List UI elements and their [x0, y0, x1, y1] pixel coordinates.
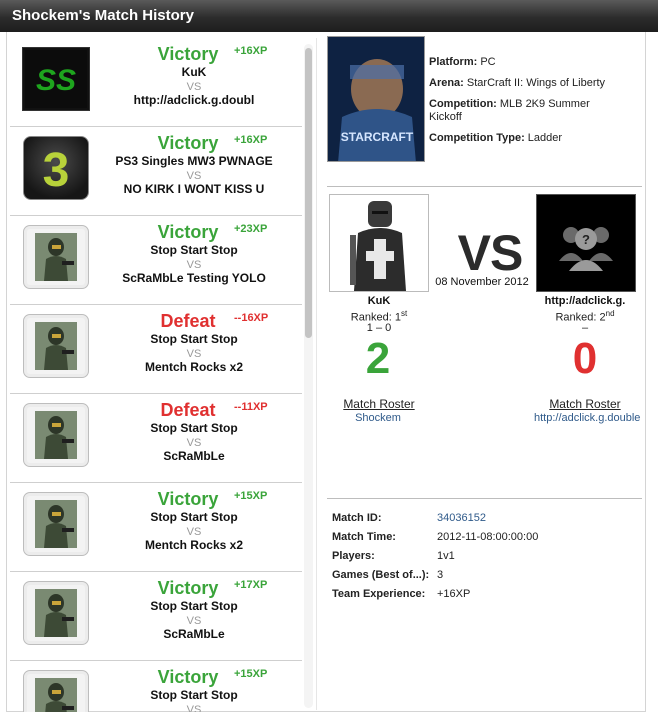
halo-soldier-icon [23, 492, 89, 556]
match-item[interactable]: Victory +15XP Stop Start Stop VS [10, 661, 302, 712]
right-roster-title[interactable]: Match Roster [520, 397, 650, 411]
cover-title: STARCRAFT [341, 130, 414, 144]
match-item[interactable]: Victory +17XP Stop Start Stop VS ScRaMbL… [10, 572, 302, 661]
match-team1[interactable]: Stop Start Stop [96, 332, 292, 346]
left-rank-suffix: st [400, 309, 408, 318]
ss-logo-icon: SS [22, 47, 90, 111]
match-xp: +17XP [234, 579, 268, 591]
divider-line [327, 186, 642, 187]
halo-soldier-icon [23, 225, 89, 289]
halo-soldier-icon [23, 314, 89, 378]
match-vs: VS [186, 348, 202, 360]
platform-row: Platform: PC [429, 56, 496, 68]
match-item[interactable]: Defeat --11XP Stop Start Stop VS ScRaMbL… [10, 394, 302, 483]
arena-value: StarCraft II: Wings of Liberty [466, 77, 606, 89]
match-team1[interactable]: KuK [96, 65, 292, 79]
match-vs: VS [186, 704, 202, 712]
right-roster-link[interactable]: http://adclick.g.double [520, 412, 658, 424]
match-item[interactable]: 3 Victory +16XP PS3 Singles MW3 PWNAGE V… [10, 127, 302, 216]
games-value: 3 [437, 569, 444, 581]
match-xp: +16XP [234, 134, 268, 146]
players-value: 1v1 [437, 550, 455, 562]
arena-row: Arena: StarCraft II: Wings of Liberty [429, 77, 605, 89]
left-roster-title[interactable]: Match Roster [314, 397, 444, 411]
match-vs: VS [186, 526, 202, 538]
match-id-label: Match ID: [332, 512, 382, 524]
game-cover-image: STARCRAFT [327, 36, 425, 162]
match-item[interactable]: SS Victory +16XP KuK VS http://adclick.g… [10, 38, 302, 127]
match-vs: VS [186, 81, 202, 93]
platform-value: PC [480, 56, 496, 68]
match-team1[interactable]: Stop Start Stop [96, 688, 292, 702]
left-player-name[interactable]: KuK [314, 295, 444, 307]
match-team2[interactable]: Mentch Rocks x2 [96, 538, 292, 552]
match-team1[interactable]: Stop Start Stop [96, 510, 292, 524]
halo-soldier-icon [23, 403, 89, 467]
team-experience-value: +16XP [437, 588, 471, 600]
match-team1[interactable]: Stop Start Stop [96, 599, 292, 613]
arena-label: Arena: [429, 77, 464, 89]
knight-avatar-icon[interactable] [329, 194, 429, 292]
match-xp: --11XP [234, 401, 268, 413]
match-list[interactable]: SS Victory +16XP KuK VS http://adclick.g… [10, 38, 314, 712]
match-date: 08 November 2012 [435, 276, 529, 288]
match-time-label: Match Time: [332, 531, 396, 543]
match-item[interactable]: Defeat --16XP Stop Start Stop VS Mentch … [10, 305, 302, 394]
match-vs: VS [186, 170, 202, 182]
team-experience-label: Team Experience: [332, 588, 426, 600]
svg-text:3: 3 [43, 144, 70, 194]
left-player-record: 1 – 0 [366, 322, 392, 334]
match-xp: +15XP [234, 668, 268, 680]
match-team1[interactable]: Stop Start Stop [96, 421, 292, 435]
right-player-name[interactable]: http://adclick.g. [520, 295, 650, 307]
versus-label: VS [457, 225, 524, 281]
scrollbar-thumb[interactable] [305, 48, 312, 338]
match-xp: +15XP [234, 490, 268, 502]
default-group-avatar-icon[interactable]: ? [536, 194, 636, 292]
platform-label: Platform: [429, 56, 478, 68]
players-label: Players: [332, 550, 375, 562]
competition-type-value: Ladder [527, 132, 563, 144]
match-team1[interactable]: Stop Start Stop [96, 243, 292, 257]
right-score: 0 [572, 334, 598, 383]
match-time-value: 2012-11-08:00:00:00 [437, 531, 539, 543]
right-rank-suffix: nd [605, 309, 615, 318]
page-header: Shockem's Match History [0, 0, 658, 32]
left-roster-link[interactable]: Shockem [303, 412, 453, 424]
svg-text:SS: SS [36, 64, 76, 97]
match-team1[interactable]: PS3 Singles MW3 PWNAGE [96, 154, 292, 168]
match-vs: VS [186, 437, 202, 449]
games-label: Games (Best of...): [332, 569, 430, 581]
competition-row: Competition: MLB 2K9 Summer Kickoff [429, 98, 619, 124]
match-team2[interactable]: Mentch Rocks x2 [96, 360, 292, 374]
svg-text:?: ? [582, 232, 590, 247]
match-vs: VS [186, 259, 202, 271]
right-player-record: – [581, 322, 589, 334]
competition-type-row: Competition Type: Ladder [429, 132, 562, 144]
match-team2[interactable]: ScRaMbLe [96, 449, 292, 463]
mw3-logo-icon: 3 [23, 136, 89, 200]
page-title: Shockem's Match History [12, 7, 194, 24]
competition-type-label: Competition Type: [429, 132, 525, 144]
match-xp: +23XP [234, 223, 268, 235]
match-item[interactable]: Victory +15XP Stop Start Stop VS Mentch … [10, 483, 302, 572]
match-vs: VS [186, 615, 202, 627]
divider-line [327, 498, 642, 499]
halo-soldier-icon [23, 581, 89, 645]
match-id-value[interactable]: 34036152 [437, 512, 486, 524]
left-score: 2 [365, 334, 391, 383]
match-item[interactable]: Victory +23XP Stop Start Stop VS ScRaMbL… [10, 216, 302, 305]
competition-label: Competition: [429, 98, 497, 110]
match-team2[interactable]: ScRaMbLe Testing YOLO [96, 271, 292, 285]
halo-soldier-icon [23, 670, 89, 712]
match-team2[interactable]: NO KIRK I WONT KISS U [96, 182, 292, 196]
match-team2[interactable]: ScRaMbLe [96, 627, 292, 641]
match-xp: --16XP [234, 312, 269, 324]
match-team2[interactable]: http://adclick.g.doubl [96, 93, 292, 107]
match-xp: +16XP [234, 45, 268, 57]
